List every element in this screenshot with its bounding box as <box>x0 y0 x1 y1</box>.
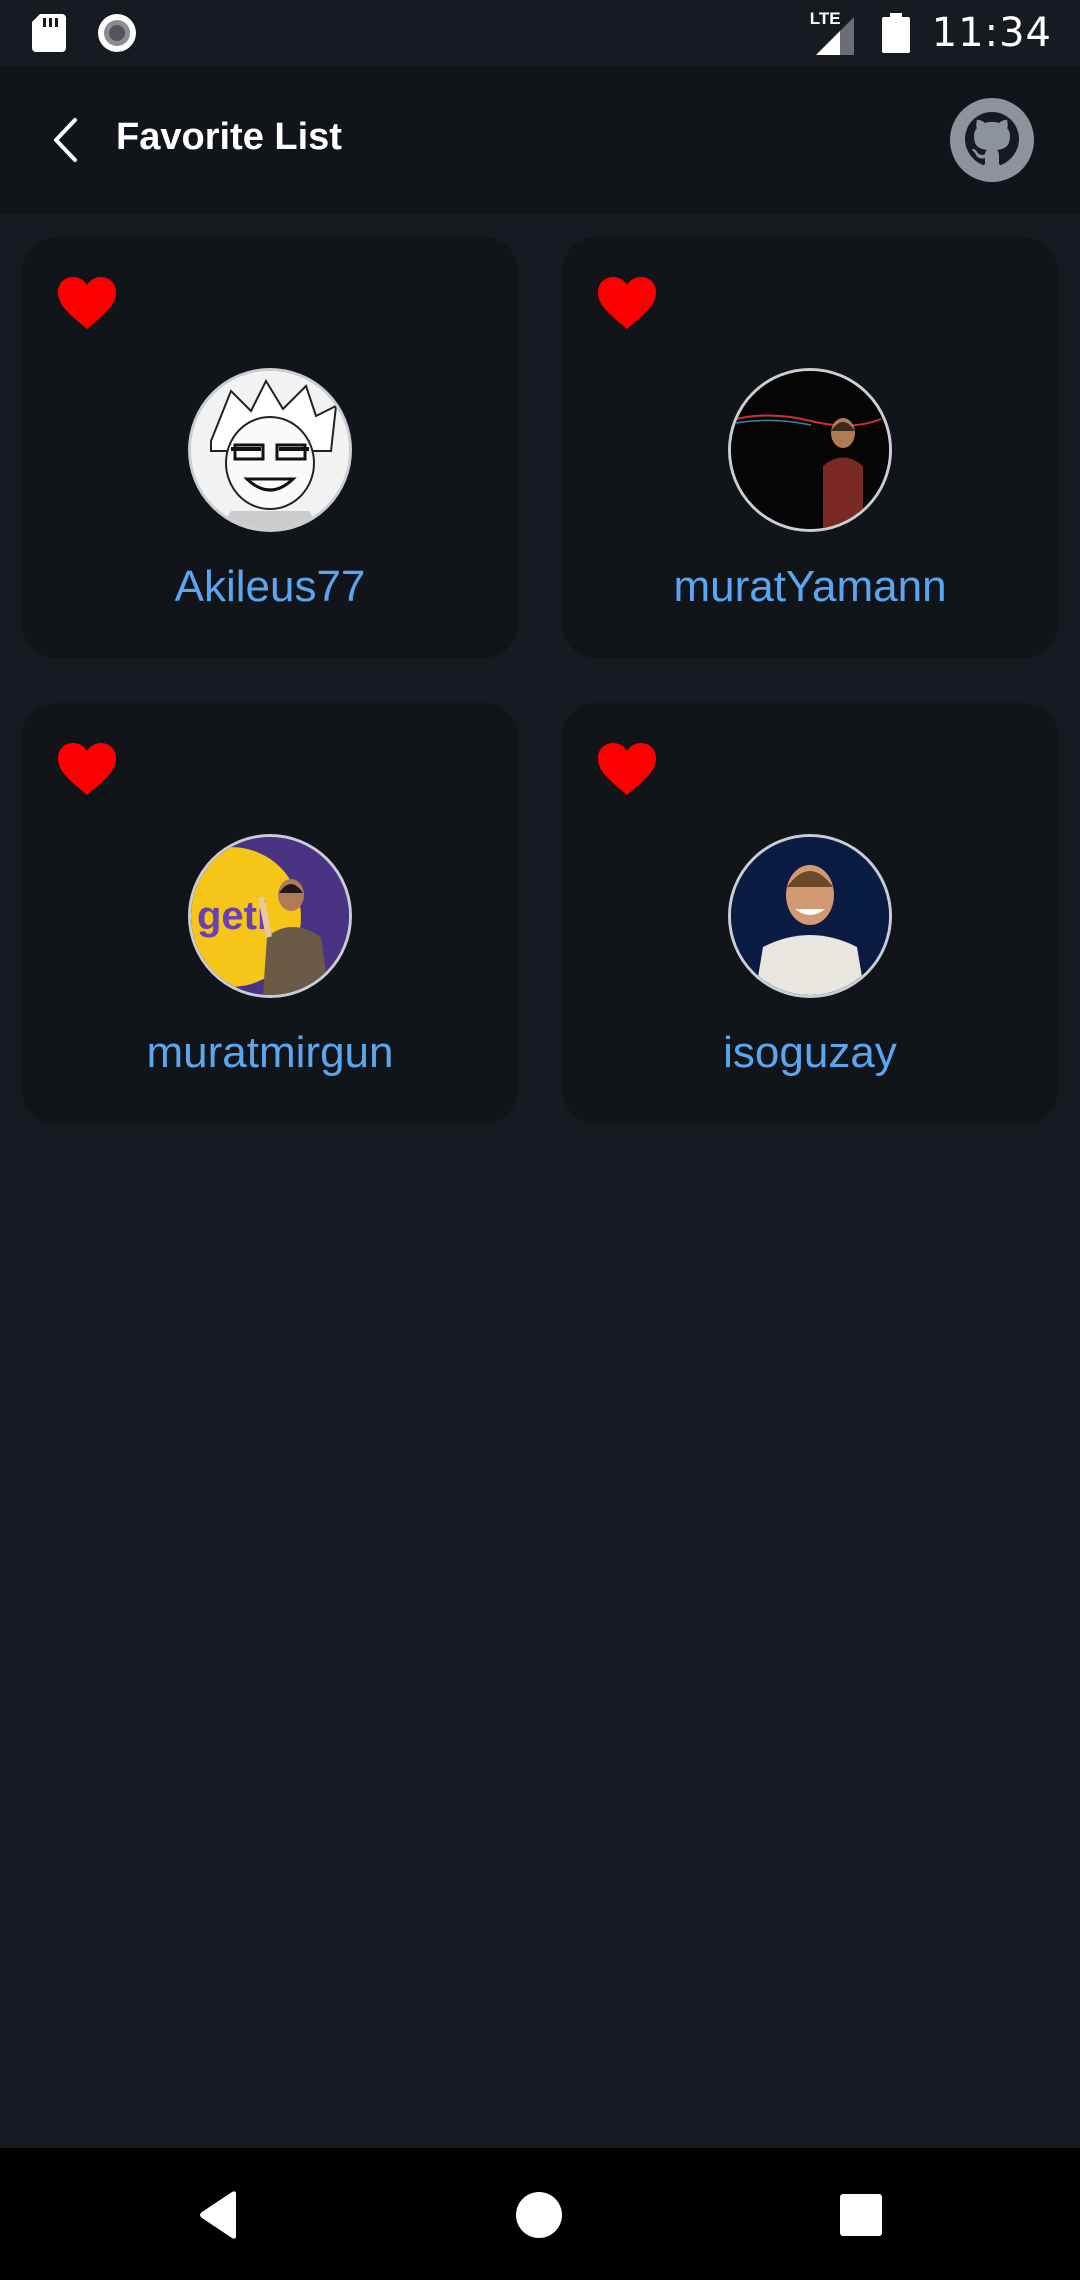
favorite-card[interactable]: isoguzay <box>562 703 1058 1124</box>
heart-icon[interactable] <box>58 743 116 797</box>
avatar <box>728 368 892 532</box>
home-circle-icon[interactable] <box>516 2192 562 2238</box>
page-title: Favorite List <box>116 116 342 158</box>
github-icon <box>950 98 1034 182</box>
heart-icon[interactable] <box>598 277 656 331</box>
username[interactable]: muratYamann <box>562 562 1058 612</box>
avatar: geti <box>188 834 352 998</box>
clock: 11:34 <box>931 10 1052 56</box>
system-nav-bar <box>0 2148 1080 2280</box>
github-button[interactable] <box>950 98 1034 182</box>
favorite-card[interactable]: geti muratmirgun <box>22 703 518 1124</box>
heart-icon[interactable] <box>598 743 656 797</box>
username[interactable]: muratmirgun <box>22 1028 518 1078</box>
status-right: LTE 11:34 <box>810 9 1052 56</box>
chevron-left-icon <box>54 118 77 162</box>
username[interactable]: Akileus77 <box>22 562 518 612</box>
favorite-card[interactable]: Akileus77 <box>22 237 518 658</box>
recents-square-icon[interactable] <box>840 2194 882 2236</box>
status-bar: LTE 11:34 <box>0 0 1080 66</box>
avatar <box>728 834 892 998</box>
heart-icon[interactable] <box>58 277 116 331</box>
favorites-grid: Akileus77 muratYamann geti muratmirgun i… <box>22 237 1058 1124</box>
avatar <box>188 368 352 532</box>
battery-icon <box>881 13 910 53</box>
back-triangle-icon[interactable] <box>198 2190 240 2240</box>
signal-icon: LTE <box>810 9 860 55</box>
svg-text:geti: geti <box>197 894 268 938</box>
back-button[interactable] <box>36 112 96 168</box>
favorite-card[interactable]: muratYamann <box>562 237 1058 658</box>
sd-card-icon <box>32 14 66 52</box>
record-icon <box>98 14 136 52</box>
app-bar: Favorite List <box>0 66 1080 214</box>
username[interactable]: isoguzay <box>562 1028 1058 1078</box>
status-left <box>32 12 138 54</box>
